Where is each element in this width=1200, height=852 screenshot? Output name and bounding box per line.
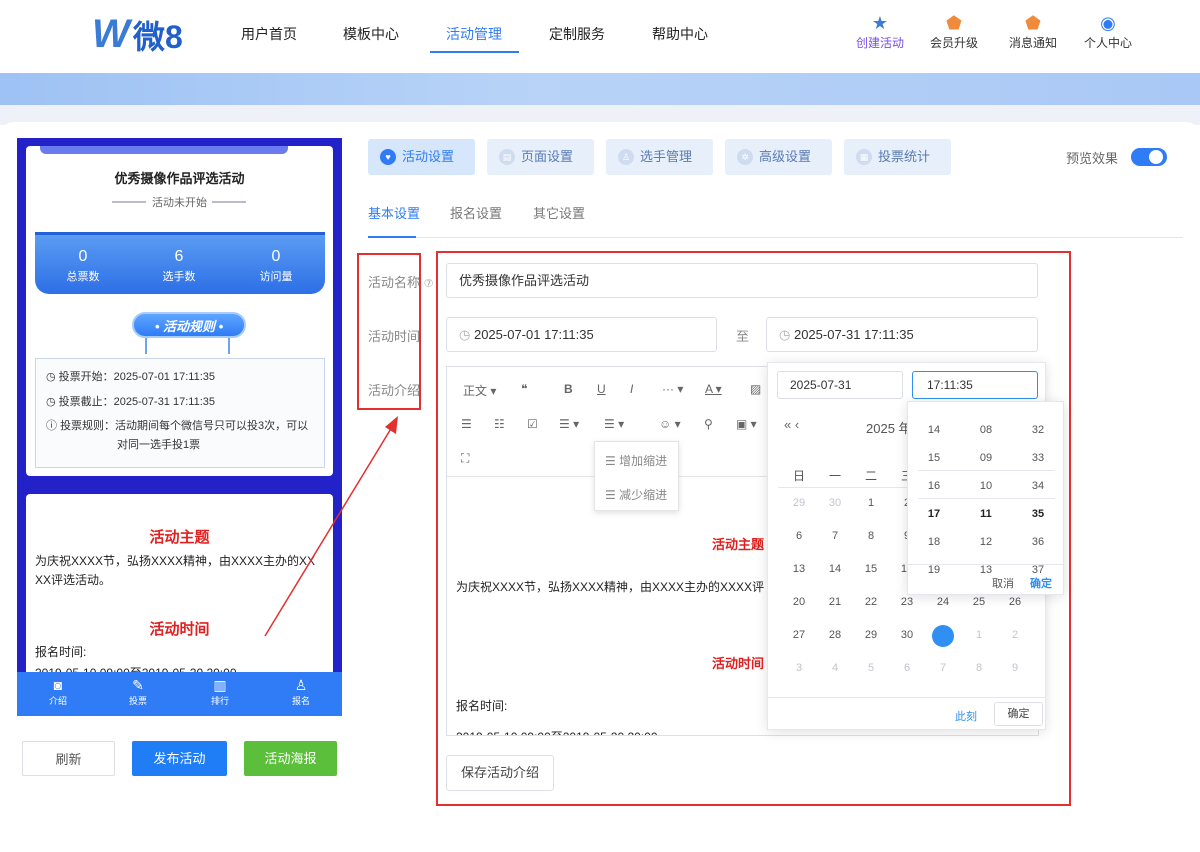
annotation-arrow	[264, 416, 398, 637]
